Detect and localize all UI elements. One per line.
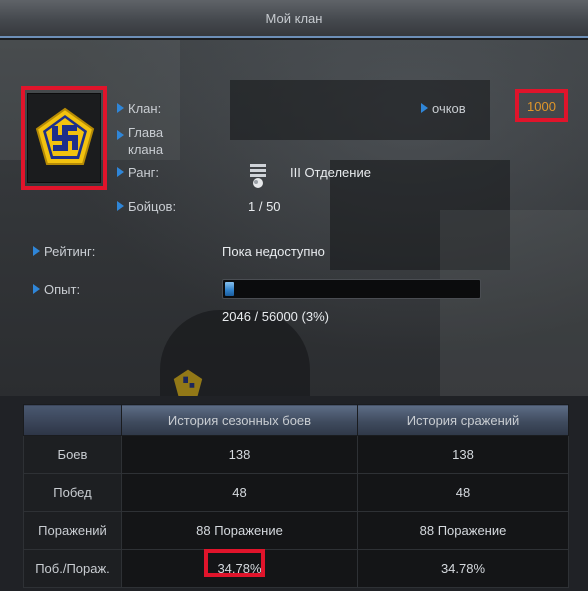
clan-rating-label: Рейтинг: <box>44 244 96 259</box>
clan-exp-label: Опыт: <box>44 282 81 297</box>
arrow-bullet-icon <box>117 201 124 211</box>
clan-points-value: 1000 <box>527 99 556 114</box>
battles-cell: 88 Поражение <box>357 511 569 550</box>
arrow-bullet-icon <box>421 103 428 113</box>
clan-fighters-label: Бойцов: <box>128 199 177 214</box>
window-title: Мой клан <box>265 11 323 26</box>
clan-name-label: Клан: <box>128 101 162 116</box>
clan-points-label: очков <box>432 101 466 116</box>
season-cell: 138 <box>121 435 358 474</box>
rank-chevron-icon <box>250 164 266 188</box>
clan-emblem[interactable] <box>27 93 101 183</box>
battles-cell: 138 <box>357 435 569 474</box>
season-cell: 48 <box>121 473 358 512</box>
stats-panel: История сезонных боев История сражений Б… <box>0 396 588 591</box>
table-row: Боев 138 138 <box>23 435 569 474</box>
battles-cell: 48 <box>357 473 569 512</box>
background-emblem-icon <box>173 369 203 396</box>
row-label: Побед <box>23 473 122 512</box>
window-titlebar: Мой клан <box>0 0 588 38</box>
stats-header-corner <box>23 404 122 436</box>
arrow-bullet-icon <box>33 284 40 294</box>
clan-rank-value: III Отделение <box>290 165 371 180</box>
table-row: Поб./Пораж. 34.78% 34.78% <box>23 549 569 588</box>
row-label: Боев <box>23 435 122 474</box>
season-cell: 34.78% <box>121 549 358 588</box>
table-row: Поражений 88 Поражение 88 Поражение <box>23 511 569 550</box>
table-row: Побед 48 48 <box>23 473 569 512</box>
arrow-bullet-icon <box>33 246 40 256</box>
arrow-bullet-icon <box>117 130 124 140</box>
clan-rating-value: Пока недоступно <box>222 244 325 259</box>
stats-header-battles[interactable]: История сражений <box>357 404 569 436</box>
clan-leader-label: Глава клана <box>128 125 164 157</box>
row-label: Поражений <box>23 511 122 550</box>
exp-progress-fill <box>225 282 234 296</box>
stats-header-season[interactable]: История сезонных боев <box>121 404 358 436</box>
arrow-bullet-icon <box>117 167 124 177</box>
row-label: Поб./Пораж. <box>23 549 122 588</box>
clan-emblem-icon <box>35 107 95 165</box>
clan-fighters-value: 1 / 50 <box>248 199 281 214</box>
arrow-bullet-icon <box>117 103 124 113</box>
battles-cell: 34.78% <box>357 549 569 588</box>
background-vehicle <box>440 210 588 396</box>
season-cell: 88 Поражение <box>121 511 358 550</box>
clan-exp-value: 2046 / 56000 (3%) <box>222 309 329 324</box>
clan-rank-label: Ранг: <box>128 165 160 180</box>
stats-header-row: История сезонных боев История сражений <box>23 404 569 436</box>
exp-progress-bar <box>222 279 481 299</box>
stats-table: История сезонных боев История сражений Б… <box>23 404 569 588</box>
